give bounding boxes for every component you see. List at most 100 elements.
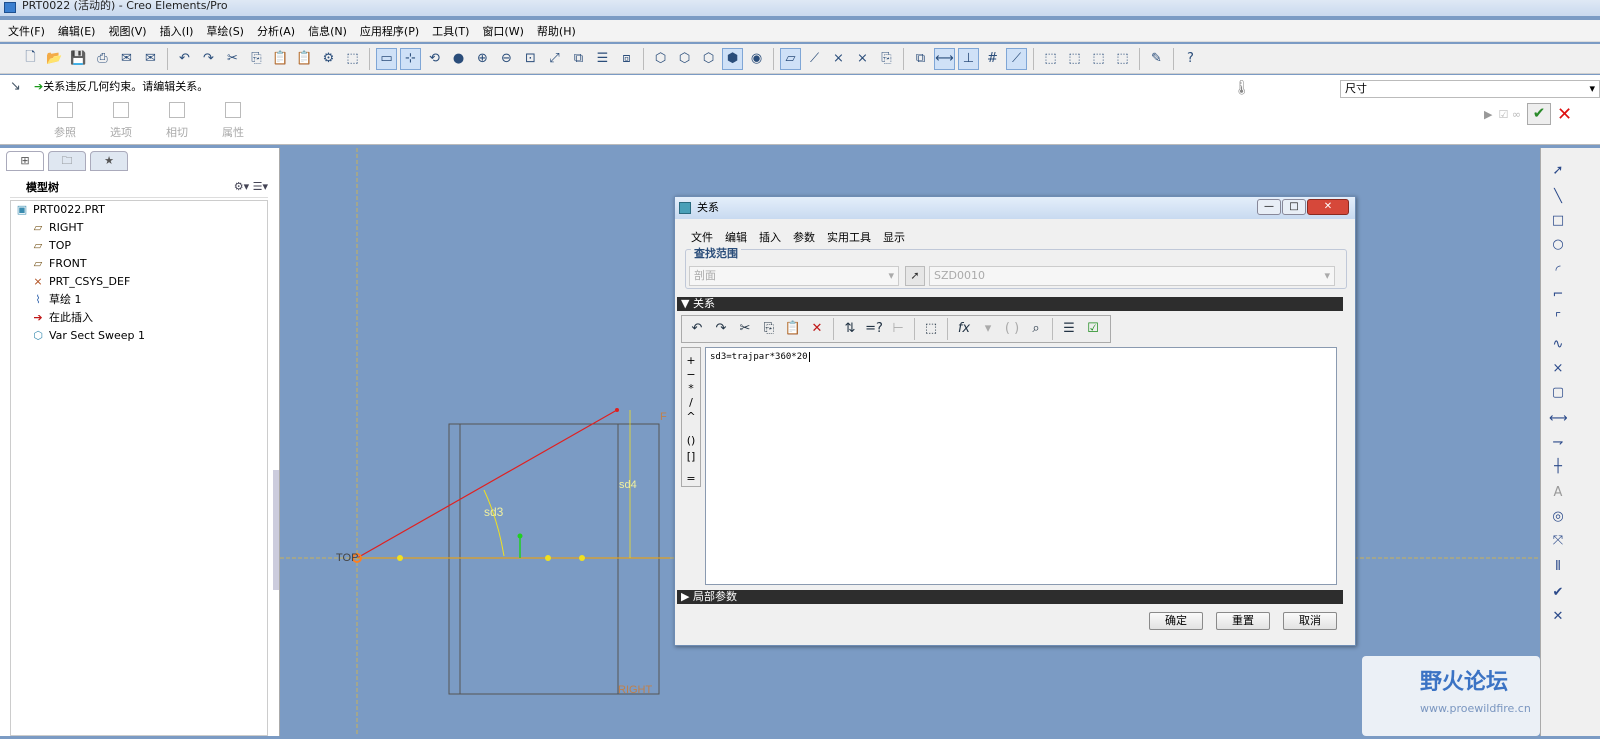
menu-sketch[interactable]: 草绘(S) [206, 23, 244, 39]
end-point[interactable] [615, 408, 619, 412]
sketch-line[interactable] [356, 409, 618, 559]
dimension-tool-icon[interactable]: ⟷ [1549, 410, 1568, 428]
select-arrow-icon[interactable]: ➚ [1549, 162, 1567, 180]
redo-icon[interactable]: ↷ [198, 48, 219, 70]
select-box-icon[interactable]: ⬚ [342, 48, 363, 70]
tree-item[interactable]: ▱ FRONT [31, 255, 87, 273]
item-select[interactable]: SZD0010 [929, 266, 1335, 286]
trim-tool-icon[interactable]: ⤧ [1549, 532, 1567, 550]
new-icon[interactable]: 🗋 [20, 48, 41, 70]
sort-icon[interactable]: ☰ [1058, 318, 1080, 340]
view-manager-icon[interactable]: ⧈ [616, 48, 637, 70]
annotations-icon[interactable]: ⎘ [876, 48, 897, 70]
menu-applications[interactable]: 应用程序(P) [360, 23, 419, 39]
operator-brackets[interactable]: [] [682, 450, 700, 463]
show-grid-icon[interactable]: # [982, 48, 1003, 70]
menu-analysis[interactable]: 分析(A) [257, 23, 295, 39]
tab-tangency[interactable]: 相切 [160, 102, 194, 140]
refit-icon[interactable]: ⊡ [520, 48, 541, 70]
function-icon[interactable]: fx [953, 318, 975, 340]
cut-icon[interactable]: ✂ [734, 318, 756, 340]
scope-select[interactable]: 剖面 [689, 266, 899, 286]
circle-tool-icon[interactable]: ○ [1549, 236, 1567, 254]
units-icon[interactable]: ⬚ [920, 318, 942, 340]
pause-icon[interactable]: ▶ [1484, 108, 1492, 121]
redo-icon[interactable]: ↷ [710, 318, 732, 340]
operator-divide[interactable]: / [682, 396, 700, 409]
done-checkmark-icon[interactable]: ✔ [1549, 584, 1567, 602]
tree-item[interactable]: ➔ 在此插入 [31, 309, 93, 327]
sketch-diagnostic-3-icon[interactable]: ⬚ [1088, 48, 1109, 70]
dialog-menu-insert[interactable]: 插入 [759, 229, 781, 245]
vertex-point[interactable] [579, 555, 585, 561]
vertex-point[interactable] [545, 555, 551, 561]
regenerate-icon[interactable]: ⚙ [318, 48, 339, 70]
operator-power[interactable]: ^ [682, 410, 700, 423]
dimension-filter-select[interactable]: 尺寸 ▾ [1340, 80, 1600, 98]
sd4-dimension[interactable]: sd4 [619, 479, 637, 491]
reorient-icon[interactable]: ⤢ [544, 48, 565, 70]
preview-icon[interactable]: ☑ ∞ [1498, 108, 1521, 121]
menu-view[interactable]: 视图(V) [108, 23, 146, 39]
operator-minus[interactable]: − [682, 368, 700, 381]
dialog-menu-parameters[interactable]: 参数 [793, 229, 815, 245]
paste-special-icon[interactable]: 📋 [294, 48, 315, 70]
cancel-button[interactable]: 取消 [1283, 612, 1337, 630]
menu-window[interactable]: 窗口(W) [482, 23, 523, 39]
copy-icon[interactable]: ⎘ [246, 48, 267, 70]
relations-editor[interactable]: sd3=trajpar*360*20 [705, 347, 1337, 585]
sketcher-settings-icon[interactable]: ✎ [1146, 48, 1167, 70]
verify-icon[interactable]: ☑ [1082, 318, 1104, 340]
show-vertices-icon[interactable]: ⟋ [1006, 47, 1027, 70]
point-tool-icon[interactable]: × [1549, 360, 1567, 378]
paste-icon[interactable]: 📋 [782, 318, 804, 340]
rectangle-tool-icon[interactable]: □ [1549, 212, 1567, 230]
show-dims-icon[interactable]: ⟷ [934, 47, 955, 70]
operator-plus[interactable]: + [682, 354, 700, 367]
quit-x-icon[interactable]: ✕ [1549, 608, 1567, 626]
braces-icon[interactable]: ( ) [1001, 318, 1023, 340]
zoom-in-icon[interactable]: ⊕ [472, 48, 493, 70]
tab-favorites[interactable]: ★ [90, 151, 128, 171]
minimize-button[interactable]: — [1257, 199, 1281, 215]
hidden-line-icon[interactable]: ⬡ [674, 48, 695, 70]
context-help-icon[interactable]: ? [1180, 48, 1201, 70]
apply-checkmark-icon[interactable]: ✔ [1527, 103, 1551, 125]
print-icon[interactable]: ⎙ [92, 48, 113, 70]
text-tool-icon[interactable]: A [1549, 484, 1567, 502]
select-pointer-icon[interactable]: ➚ [905, 266, 925, 286]
switch-dimensions-icon[interactable]: ⇅ [839, 318, 861, 340]
chamfer-tool-icon[interactable]: ⌜ [1549, 310, 1567, 328]
datum-axes-icon[interactable]: ⟋ [804, 48, 825, 70]
save-icon[interactable]: 💾 [68, 48, 89, 70]
sketch-diagnostic-2-icon[interactable]: ⬚ [1064, 48, 1085, 70]
evaluate-icon[interactable]: =? [863, 318, 885, 340]
operator-multiply[interactable]: * [682, 382, 700, 395]
appearance-icon[interactable]: ● [448, 48, 469, 70]
tree-settings-icon[interactable]: ⚙▾ ☰▾ [234, 180, 268, 193]
zoom-out-icon[interactable]: ⊖ [496, 48, 517, 70]
menu-tools[interactable]: 工具(T) [432, 23, 469, 39]
show-dimension-icon[interactable]: ⊢ [887, 318, 909, 340]
tab-model-tree[interactable]: ⊞ [6, 151, 44, 171]
cut-icon[interactable]: ✂ [222, 48, 243, 70]
vertex-point[interactable] [397, 555, 403, 561]
operator-equals[interactable]: = [682, 472, 700, 485]
sd3-dimension[interactable]: sd3 [484, 505, 504, 519]
palette-tool-icon[interactable]: ◎ [1549, 508, 1567, 526]
dialog-menu-file[interactable]: 文件 [691, 229, 713, 245]
cancel-feature-icon[interactable]: ✕ [1557, 104, 1572, 125]
menu-edit[interactable]: 编辑(E) [58, 23, 96, 39]
use-edge-icon[interactable]: ▢ [1549, 384, 1567, 402]
sketch-orient-icon[interactable]: ⧉ [910, 48, 931, 70]
tree-item[interactable]: ⨯ PRT_CSYS_DEF [31, 273, 130, 291]
shading-icon[interactable]: ⬢ [722, 47, 743, 70]
fillet-tool-icon[interactable]: ⌐ [1549, 286, 1567, 304]
constraint-tool-icon[interactable]: ┼ [1549, 458, 1567, 476]
copy-icon[interactable]: ⎘ [758, 318, 780, 340]
datum-planes-icon[interactable]: ▱ [780, 47, 801, 70]
csys-icon[interactable]: ⨯ [852, 48, 873, 70]
delete-icon[interactable]: ✕ [806, 318, 828, 340]
close-button[interactable]: ✕ [1307, 199, 1349, 215]
tree-item[interactable]: ▣ PRT0022.PRT [15, 201, 105, 219]
